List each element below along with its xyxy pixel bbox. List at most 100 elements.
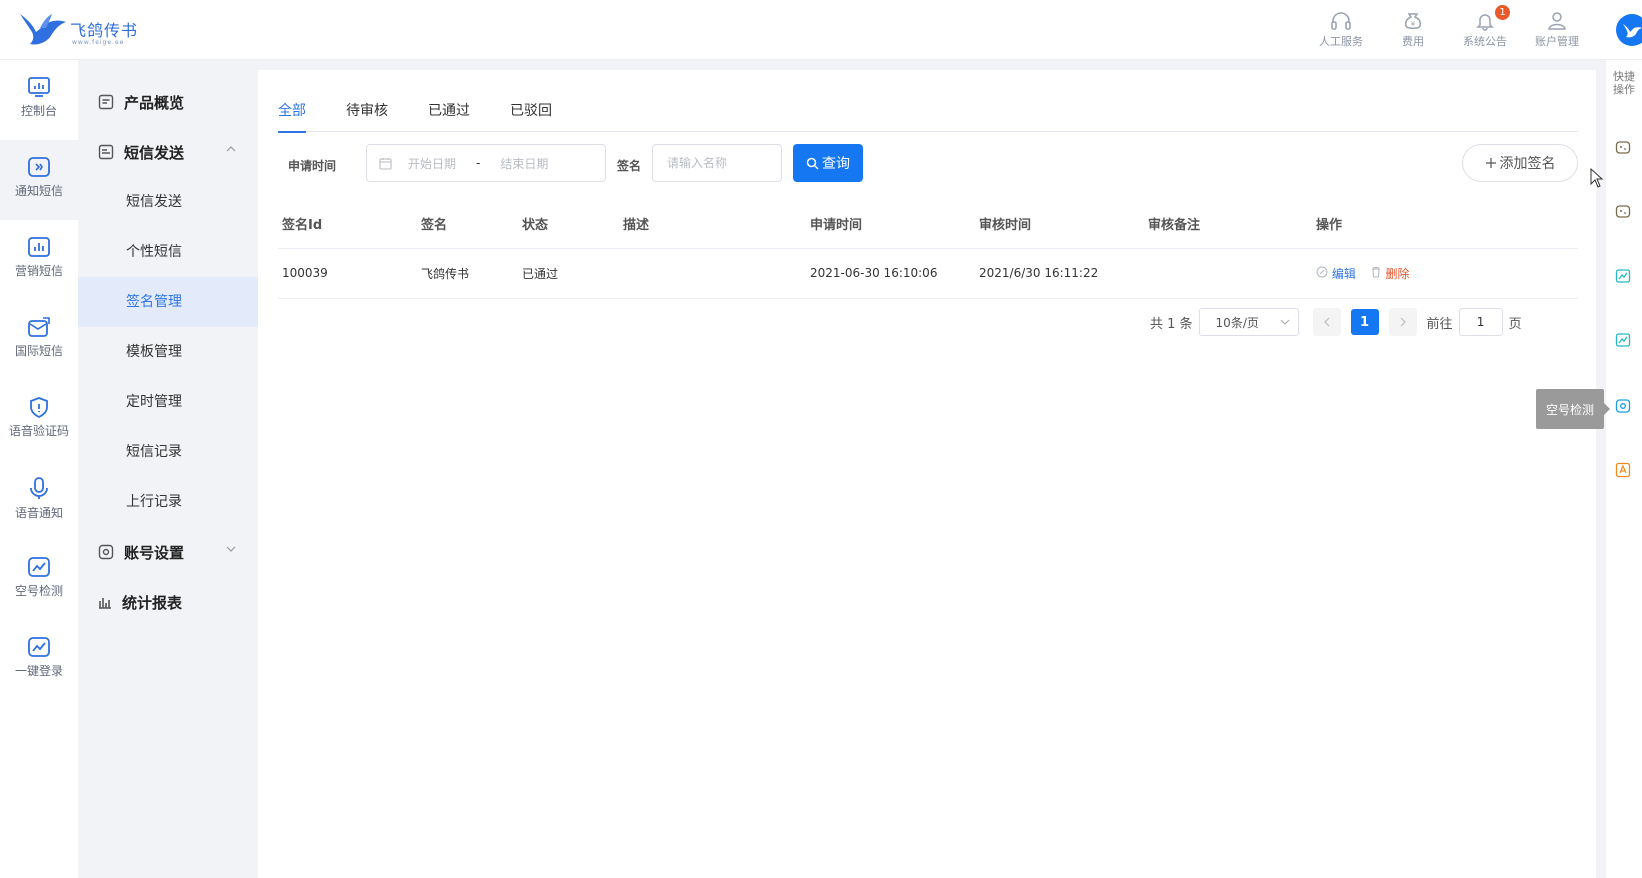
dove-logo-icon bbox=[20, 14, 66, 45]
cell-apply-time: 2021-06-30 16:10:06 bbox=[806, 248, 975, 299]
left-nav-international-sms[interactable]: 国际短信 bbox=[0, 300, 78, 380]
microphone-icon bbox=[30, 477, 48, 499]
mouse-cursor-icon bbox=[1590, 168, 1604, 188]
search-icon bbox=[806, 157, 819, 170]
left-nav-notify-sms[interactable]: 通知短信 bbox=[0, 140, 78, 220]
add-signature-button[interactable]: 添加签名 bbox=[1462, 144, 1578, 182]
quick-chat-icon[interactable] bbox=[1615, 140, 1631, 156]
signature-label: 签名 bbox=[617, 159, 642, 173]
left-nav-label: 语音通知 bbox=[14, 506, 63, 520]
submenu-group-label: 账号设置 bbox=[124, 543, 185, 562]
document-icon bbox=[98, 94, 114, 110]
left-nav-empty-number-check[interactable]: 空号检测 bbox=[0, 540, 78, 620]
tab-pending[interactable]: 待审核 bbox=[346, 100, 388, 132]
pagination-total: 共 1 条 bbox=[1150, 316, 1193, 332]
header-action-support[interactable]: 人工服务 bbox=[1308, 11, 1374, 49]
current-page-button[interactable]: 1 bbox=[1350, 309, 1379, 335]
header-action-account[interactable]: 账户管理 bbox=[1524, 11, 1590, 49]
quick-message-icon[interactable] bbox=[1615, 204, 1631, 220]
col-signature-id: 签名Id bbox=[278, 200, 417, 249]
top-bar: 飞鸽传书 www.feige.ee 人工服务 ¥ 费用 1 系统公告 账户管理 bbox=[0, 0, 1642, 60]
left-nav-one-click-login[interactable]: 一键登录 bbox=[0, 620, 78, 700]
prev-page-button[interactable] bbox=[1312, 308, 1341, 336]
delete-label: 删除 bbox=[1385, 266, 1410, 281]
tab-approved[interactable]: 已通过 bbox=[428, 100, 470, 132]
chevron-up-icon bbox=[226, 146, 236, 152]
cell-id: 100039 bbox=[278, 248, 417, 299]
date-range-picker[interactable]: 开始日期 - 结束日期 bbox=[366, 144, 606, 182]
left-nav-dashboard[interactable]: 控制台 bbox=[0, 60, 78, 140]
header-action-label: 账户管理 bbox=[1535, 35, 1579, 48]
table-row: 100039 飞鸽传书 已通过 2021-06-30 16:10:06 2021… bbox=[278, 248, 1578, 299]
chevron-right-icon bbox=[1400, 317, 1406, 327]
tab-rejected[interactable]: 已驳回 bbox=[510, 100, 552, 132]
tab-all[interactable]: 全部 bbox=[278, 100, 306, 133]
left-nav-voice-notify[interactable]: 语音通知 bbox=[0, 460, 78, 540]
header-action-fee[interactable]: ¥ 费用 bbox=[1380, 11, 1446, 49]
submenu-product-overview[interactable]: 产品概览 bbox=[78, 77, 258, 127]
submenu-item-schedule-management[interactable]: 定时管理 bbox=[78, 377, 258, 427]
quick-stats-icon[interactable] bbox=[1615, 332, 1631, 348]
quick-empty-check-icon[interactable] bbox=[1615, 398, 1631, 414]
submenu-stat-report[interactable]: 统计报表 bbox=[78, 577, 258, 627]
page-size-value: 10条/页 bbox=[1215, 315, 1259, 330]
end-date-placeholder: 结束日期 bbox=[500, 156, 549, 171]
chevron-down-icon bbox=[226, 546, 236, 552]
chevron-left-icon bbox=[1323, 317, 1329, 327]
col-review-time: 审核时间 bbox=[975, 200, 1144, 249]
col-status: 状态 bbox=[518, 200, 619, 249]
date-separator: - bbox=[476, 156, 481, 170]
bar-chart-icon bbox=[99, 598, 111, 609]
send-icon bbox=[98, 144, 114, 160]
header-action-label: 费用 bbox=[1402, 35, 1424, 48]
submenu-item-sms-records[interactable]: 短信记录 bbox=[78, 427, 258, 477]
query-button[interactable]: 查询 bbox=[793, 144, 863, 182]
quick-trend-icon[interactable] bbox=[1615, 268, 1631, 284]
left-nav-voice-code[interactable]: 语音验证码 bbox=[0, 380, 78, 460]
edit-action[interactable]: 编辑 bbox=[1316, 266, 1360, 281]
trash-icon bbox=[1371, 266, 1380, 277]
goto-page-input[interactable] bbox=[1458, 308, 1503, 336]
dashboard-icon bbox=[28, 77, 50, 97]
avatar[interactable] bbox=[1616, 14, 1642, 46]
submenu-sms-send-group[interactable]: 短信发送 bbox=[78, 127, 258, 177]
header-action-label: 系统公告 bbox=[1463, 35, 1507, 48]
header-action-announcement[interactable]: 1 系统公告 bbox=[1452, 5, 1518, 49]
query-button-label: 查询 bbox=[822, 156, 850, 172]
submenu-item-signature-management[interactable]: 签名管理 bbox=[78, 277, 258, 327]
left-nav-label: 空号检测 bbox=[14, 584, 63, 598]
cell-status: 已通过 bbox=[518, 248, 619, 299]
delete-action[interactable]: 删除 bbox=[1370, 266, 1410, 281]
col-actions: 操作 bbox=[1312, 200, 1578, 249]
next-page-button[interactable] bbox=[1388, 308, 1417, 336]
filter-bar: 申请时间 开始日期 - 结束日期 签名 查询 添加签名 bbox=[278, 144, 1578, 184]
col-apply-time: 申请时间 bbox=[806, 200, 975, 249]
empty-number-check-icon bbox=[28, 557, 50, 577]
plus-icon bbox=[1485, 158, 1496, 168]
submenu-item-sms-send[interactable]: 短信发送 bbox=[78, 177, 258, 227]
one-click-login-icon bbox=[28, 637, 50, 657]
left-nav-label: 语音验证码 bbox=[8, 424, 69, 438]
submenu-item-uplink-records[interactable]: 上行记录 bbox=[78, 477, 258, 527]
page-size-select[interactable]: 10条/页 bbox=[1198, 308, 1299, 336]
quick-action-title: 快捷操作 bbox=[1613, 70, 1635, 96]
quick-login-icon[interactable] bbox=[1615, 462, 1631, 478]
goto-prefix: 前往 bbox=[1426, 316, 1453, 332]
col-review-remark: 审核备注 bbox=[1144, 200, 1312, 249]
submenu-group-label: 产品概览 bbox=[124, 93, 185, 112]
pagination: 共 1 条 10条/页 1 前往 页 bbox=[1150, 308, 1522, 336]
logo[interactable]: 飞鸽传书 www.feige.ee bbox=[18, 10, 138, 48]
marketing-chart-icon bbox=[28, 237, 50, 257]
submenu-item-personal-sms[interactable]: 个性短信 bbox=[78, 227, 258, 277]
add-signature-label: 添加签名 bbox=[1499, 156, 1556, 172]
edit-label: 编辑 bbox=[1331, 266, 1356, 281]
quick-action-bar: 快捷操作 bbox=[1606, 60, 1642, 878]
quick-action-tooltip: 空号检测 bbox=[1536, 389, 1610, 429]
left-nav-marketing-sms[interactable]: 营销短信 bbox=[0, 220, 78, 300]
date-label: 申请时间 bbox=[288, 159, 337, 173]
submenu-item-template-management[interactable]: 模板管理 bbox=[78, 327, 258, 377]
cell-description bbox=[619, 248, 806, 299]
calendar-icon bbox=[379, 157, 392, 170]
submenu-account-settings[interactable]: 账号设置 bbox=[78, 527, 258, 577]
signature-search-input[interactable] bbox=[652, 144, 782, 182]
